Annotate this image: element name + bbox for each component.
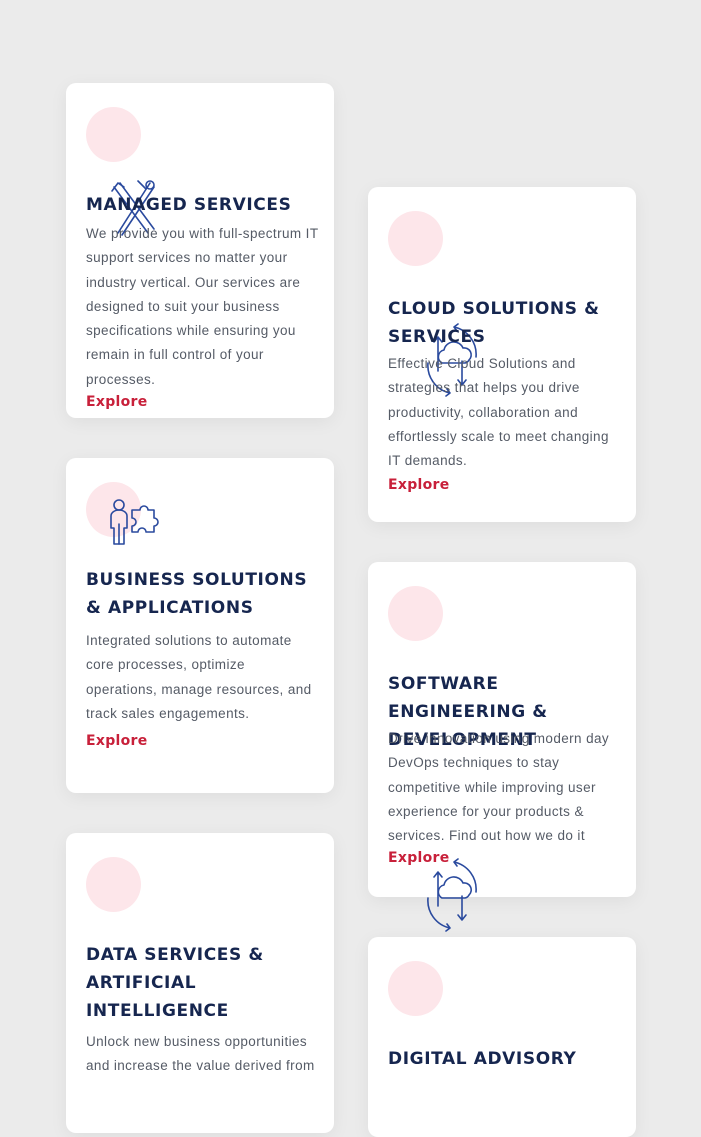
card-description: Drive innovation using modern day DevOps… xyxy=(388,731,610,844)
explore-link[interactable]: Explore xyxy=(86,733,148,749)
cloud-solutions-card: CLOUD SOLUTIONS & SERVICES Effective Clo… xyxy=(368,187,636,522)
card-description: We provide you with full-spectrum IT sup… xyxy=(86,226,319,387)
person-puzzle-icon xyxy=(108,498,160,548)
digital-advisory-card: DIGITAL ADVISORY xyxy=(368,937,636,1137)
data-services-card: DATA SERVICES & ARTIFICIAL INTELLIGENCE … xyxy=(66,833,334,1133)
icon-circle xyxy=(388,211,443,266)
card-title: DATA SERVICES & ARTIFICIAL INTELLIGENCE xyxy=(86,945,264,1021)
explore-link[interactable]: Explore xyxy=(388,477,450,493)
software-engineering-card: SOFTWARE ENGINEERING & DEVELOPMENT Drive… xyxy=(368,562,636,897)
explore-link[interactable]: Explore xyxy=(86,394,148,410)
card-title: CLOUD SOLUTIONS & SERVICES xyxy=(388,299,600,347)
card-description: Effective Cloud Solutions and strategies… xyxy=(388,356,609,469)
card-title: BUSINESS SOLUTIONS & APPLICATIONS xyxy=(86,570,308,618)
card-title: DIGITAL ADVISORY xyxy=(388,1049,577,1069)
icon-circle xyxy=(86,857,141,912)
card-title: MANAGED SERVICES xyxy=(86,195,292,215)
icon-circle xyxy=(388,961,443,1016)
business-solutions-card: BUSINESS SOLUTIONS & APPLICATIONS Integr… xyxy=(66,458,334,793)
card-description: Unlock new business opportunities and in… xyxy=(86,1034,315,1074)
managed-services-card: MANAGED SERVICES We provide you with ful… xyxy=(66,83,334,418)
icon-circle xyxy=(86,107,141,162)
icon-circle xyxy=(388,586,443,641)
card-description: Integrated solutions to automate core pr… xyxy=(86,633,312,721)
cloud-sync-icon xyxy=(424,858,480,932)
